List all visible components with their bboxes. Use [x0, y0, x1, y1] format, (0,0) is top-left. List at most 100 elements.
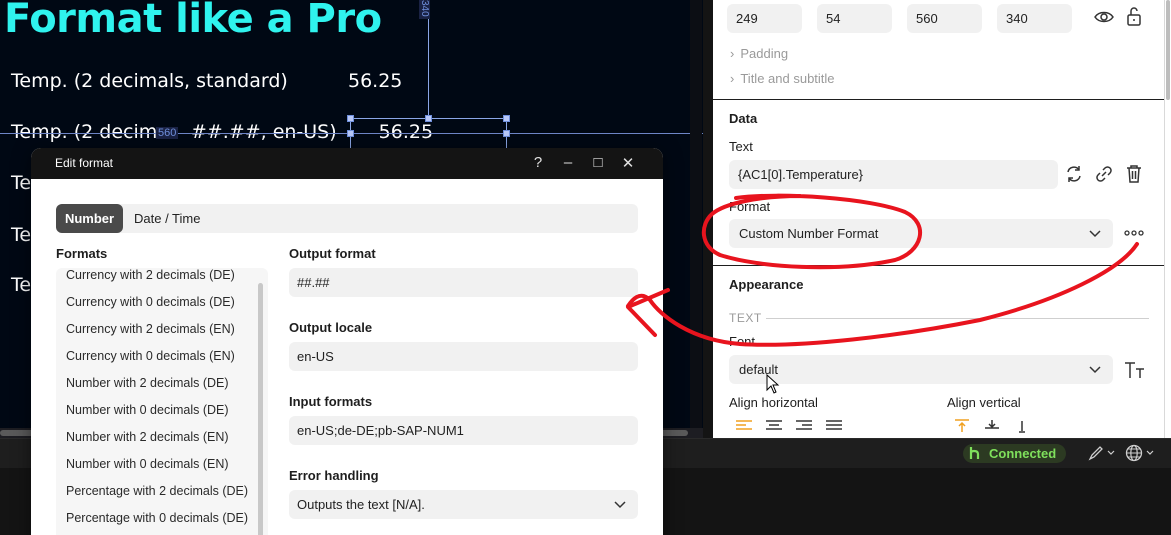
input-formats-input[interactable]: en-US;de-DE;pb-SAP-NUM1 [289, 416, 638, 445]
formats-label: Formats [56, 246, 108, 261]
list-item[interactable]: Number with 2 decimals (DE) [66, 376, 229, 390]
output-format-label: Output format [289, 246, 376, 261]
dialog-title: Edit format [55, 156, 114, 170]
output-locale-label: Output locale [289, 320, 373, 335]
canvas-row[interactable]: Te [11, 172, 31, 194]
align-vertical-label: Align vertical [947, 395, 1021, 410]
section-divider [713, 265, 1164, 266]
tab-date-time[interactable]: Date / Time [134, 204, 200, 233]
canvas-row[interactable]: Te [11, 224, 31, 246]
resize-handle[interactable] [347, 130, 354, 137]
output-format-input[interactable]: ##.## [289, 268, 638, 297]
align-middle-icon[interactable] [982, 419, 1002, 433]
lock-icon[interactable] [1126, 6, 1142, 26]
canvas-row[interactable]: Te [11, 274, 31, 296]
panel-scrollbar[interactable] [1164, 0, 1171, 438]
title-subtitle-collapse[interactable]: › Title and subtitle [730, 71, 835, 86]
canvas-title: Format like a Pro [4, 0, 382, 42]
list-item[interactable]: Currency with 2 decimals (DE) [66, 268, 235, 282]
scrollbar-thumb[interactable] [1166, 0, 1170, 100]
list-item[interactable]: Number with 2 decimals (EN) [66, 430, 229, 444]
list-item[interactable]: Number with 0 decimals (DE) [66, 403, 229, 417]
connection-status-label: Connected [989, 446, 1057, 461]
font-select[interactable]: default [729, 355, 1113, 384]
list-item[interactable]: Currency with 0 decimals (DE) [66, 295, 235, 309]
align-top-icon[interactable] [952, 419, 972, 433]
canvas-vertical-scrollbar[interactable] [690, 0, 702, 428]
align-right-icon[interactable] [794, 419, 814, 433]
format-type-tabs: Number Date / Time [56, 204, 638, 233]
canvas-row[interactable]: Temp. (2 decimals, standard) 56.25 [11, 70, 402, 92]
collapse-label: Padding [740, 46, 789, 61]
text-label: Text [729, 139, 753, 154]
error-handling-label: Error handling [289, 468, 379, 483]
chevron-right-icon: › [730, 71, 735, 86]
height-measure-label: 340 [419, 0, 430, 19]
formats-list[interactable]: Currency with 2 decimals (DE) Currency w… [56, 268, 268, 535]
list-item[interactable]: Number with 0 decimals (EN) [66, 457, 229, 471]
chevron-right-icon: › [730, 46, 735, 61]
row-label: Te [11, 172, 32, 194]
refresh-icon[interactable] [1064, 164, 1084, 184]
more-icon[interactable] [1124, 228, 1144, 238]
align-left-icon[interactable] [734, 419, 754, 433]
resize-handle[interactable] [503, 115, 510, 122]
mouse-cursor-icon [766, 374, 780, 394]
list-item[interactable]: Currency with 2 decimals (EN) [66, 322, 235, 336]
chevron-down-icon [1089, 355, 1101, 394]
resize-handle[interactable] [347, 115, 354, 122]
connection-logo-icon [969, 447, 980, 459]
error-handling-select[interactable]: Outputs the text [N/A]. [289, 490, 638, 519]
error-handling-value: Outputs the text [N/A]. [297, 497, 425, 512]
format-label: Format [729, 199, 771, 214]
font-size-icon[interactable] [1124, 361, 1146, 379]
align-bottom-icon[interactable] [1012, 419, 1032, 433]
dialog-titlebar[interactable]: Edit format ? – □ ✕ [31, 148, 663, 179]
y-position-field[interactable]: 54 [817, 4, 892, 33]
help-button[interactable]: ? [530, 154, 546, 171]
section-divider [713, 99, 1164, 100]
minimize-button[interactable]: – [560, 154, 576, 171]
row-label: Te [11, 224, 32, 246]
maximize-button[interactable]: □ [590, 154, 606, 171]
format-select[interactable]: Custom Number Format [729, 219, 1113, 248]
row-label: Temp. (2 decima [11, 121, 169, 143]
properties-panel: 249 54 560 340 › Padding › Title and subti… [713, 0, 1164, 438]
padding-collapse[interactable]: › Padding [730, 46, 788, 61]
link-icon[interactable] [1094, 164, 1114, 184]
trash-icon[interactable] [1125, 164, 1143, 184]
row-value: 56.25 [378, 121, 434, 143]
eye-icon[interactable] [1094, 9, 1114, 25]
align-center-icon[interactable] [764, 419, 784, 433]
chevron-down-icon [1089, 219, 1101, 258]
connection-status-badge[interactable]: Connected [963, 444, 1067, 463]
close-button[interactable]: ✕ [620, 154, 636, 172]
data-section-title: Data [729, 111, 758, 126]
resize-handle[interactable] [425, 115, 432, 122]
globe-icon[interactable] [1125, 444, 1157, 462]
align-horizontal-label: Align horizontal [729, 395, 818, 410]
row-label: Te [11, 274, 32, 296]
text-subsection-label: TEXT [729, 311, 762, 325]
brush-icon[interactable] [1088, 445, 1116, 461]
tab-number[interactable]: Number [56, 204, 123, 233]
chevron-down-icon [614, 490, 626, 529]
height-field[interactable]: 340 [997, 4, 1072, 33]
row-label-rest: ##.##, en-US) [190, 121, 337, 143]
formats-list-scrollbar[interactable] [258, 283, 263, 535]
resize-handle[interactable] [503, 130, 510, 137]
list-item[interactable]: Percentage with 2 decimals (DE) [66, 484, 248, 498]
canvas-row-selected[interactable]: Temp. (2 decima ##.##, en-US) 56.25 [11, 121, 433, 143]
list-item[interactable]: Percentage with 0 decimals (DE) [66, 511, 248, 525]
x-position-field[interactable]: 249 [727, 4, 802, 33]
row-value: 56.25 [348, 70, 403, 92]
font-label: Font [729, 334, 756, 349]
width-field[interactable]: 560 [907, 4, 982, 33]
edit-format-dialog: Edit format ? – □ ✕ Number Date / Time F… [31, 148, 663, 535]
collapse-label: Title and subtitle [740, 71, 835, 86]
text-binding-field[interactable]: {AC1[0].Temperature} [729, 160, 1058, 189]
output-locale-input[interactable]: en-US [289, 342, 638, 371]
format-select-value: Custom Number Format [739, 226, 879, 241]
list-item[interactable]: Currency with 0 decimals (EN) [66, 349, 235, 363]
align-justify-icon[interactable] [824, 419, 844, 433]
